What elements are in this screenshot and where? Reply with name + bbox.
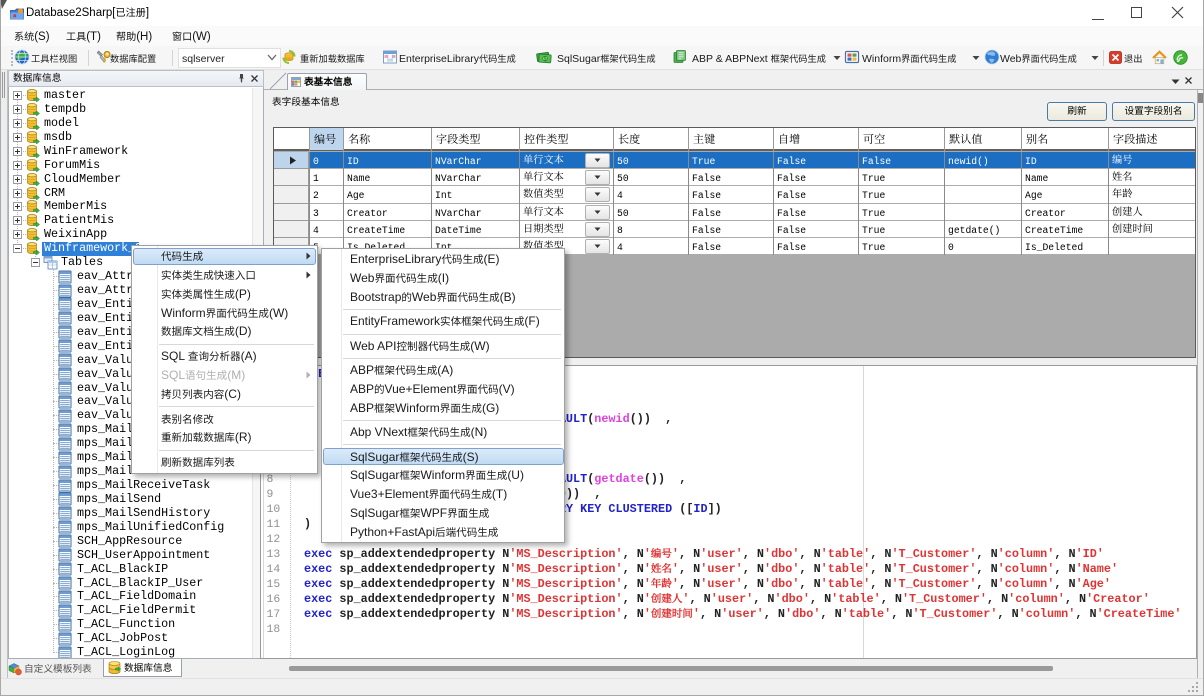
svg-text:$: $ [543, 57, 546, 63]
